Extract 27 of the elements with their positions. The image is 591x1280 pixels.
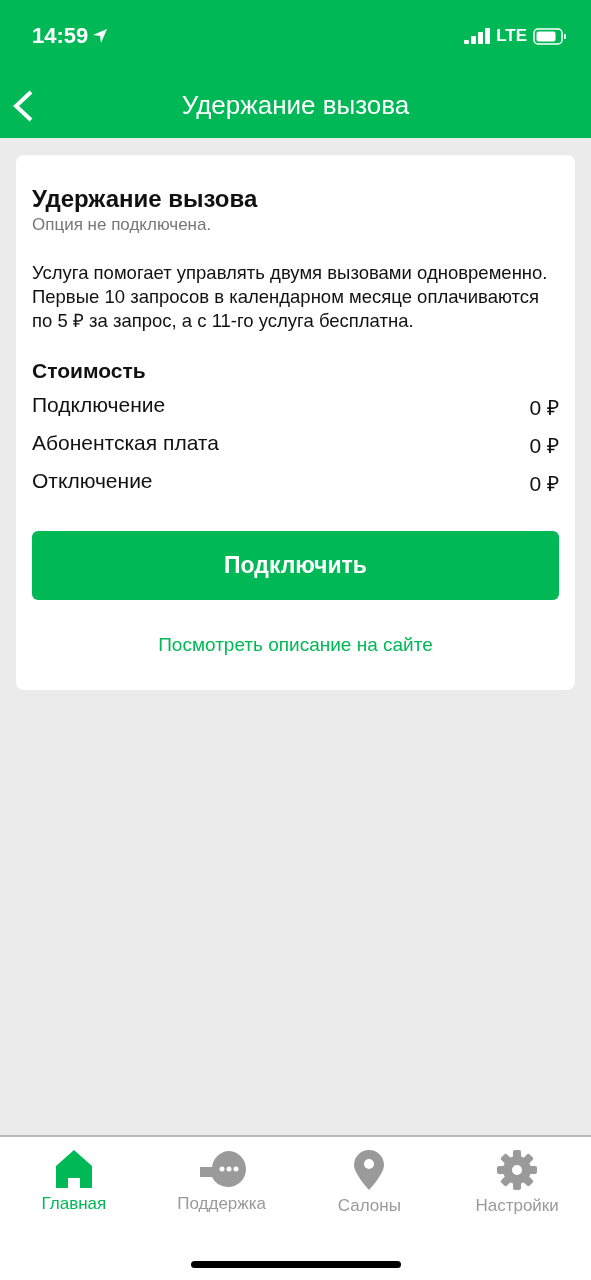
cost-value: 0 ₽ <box>529 433 559 459</box>
tab[interactable]: Настройки <box>447 1149 588 1217</box>
cost-heading: Стоимость <box>32 359 147 383</box>
cost-value: 0 ₽ <box>529 471 559 497</box>
connect-button[interactable]: Подключить <box>32 531 559 600</box>
battery-icon <box>533 27 567 45</box>
settings-icon <box>497 1150 538 1190</box>
cost-value: 0 ₽ <box>529 395 559 421</box>
location-pin-icon <box>353 1150 386 1190</box>
status-time: 14:59 <box>32 23 89 49</box>
service-description: Услуга помогает управлять двумя вызовами одновременно. Первые 10 запросов в календарном месяце оплачиваются по 5 ₽ за запрос, а с 11-го услуга бесплатна. <box>32 261 549 333</box>
location-arrow-icon <box>92 28 109 44</box>
network-label: LTE <box>496 26 527 46</box>
service-title: Удержание вызова <box>32 185 259 213</box>
cost-label: Абонентская плата <box>32 431 219 456</box>
cost-label: Отключение <box>32 469 153 494</box>
service-status: Опция не подключена. <box>32 215 213 235</box>
back-icon[interactable] <box>12 90 34 122</box>
cost-label: Подключение <box>32 393 166 418</box>
home-icon <box>55 1150 92 1188</box>
tab[interactable]: Поддержка <box>151 1149 292 1217</box>
tab[interactable]: Салоны <box>299 1149 440 1217</box>
tab[interactable]: Главная <box>3 1149 144 1217</box>
page-title: Удержание вызова <box>181 89 410 121</box>
signal-icon <box>464 28 491 44</box>
website-link[interactable]: Посмотреть описание на сайте <box>158 634 433 656</box>
chat-bubble-icon <box>197 1150 246 1188</box>
